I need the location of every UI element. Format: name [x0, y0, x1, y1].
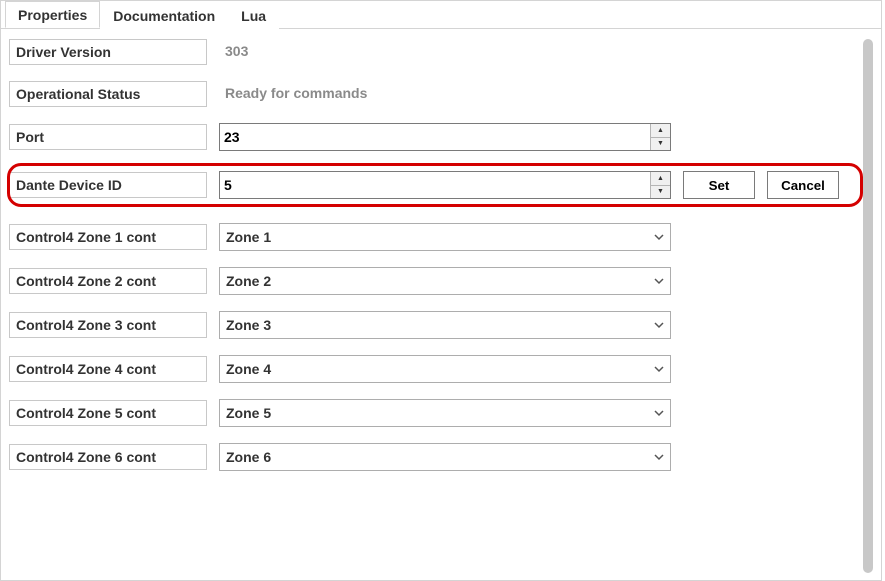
- zone-1-select[interactable]: Zone 1: [219, 223, 671, 251]
- zone-3-value: Zone 3: [220, 317, 648, 333]
- label-driver-version: Driver Version: [9, 39, 207, 65]
- chevron-down-icon: [648, 229, 670, 245]
- port-step-up-icon[interactable]: ▲: [651, 124, 670, 138]
- row-driver-version: Driver Version 303: [9, 39, 873, 65]
- port-step-down-icon[interactable]: ▼: [651, 138, 670, 151]
- properties-content: Driver Version 303 Operational Status Re…: [1, 29, 881, 497]
- port-stepper[interactable]: ▲ ▼: [219, 123, 671, 151]
- label-zone-3: Control4 Zone 3 cont: [9, 312, 207, 338]
- chevron-down-icon: [648, 361, 670, 377]
- row-zone-4: Control4 Zone 4 cont Zone 4: [9, 355, 873, 383]
- tab-properties[interactable]: Properties: [5, 1, 100, 28]
- tab-lua[interactable]: Lua: [228, 2, 279, 29]
- value-driver-version: 303: [219, 39, 671, 65]
- zone-4-value: Zone 4: [220, 361, 648, 377]
- properties-panel: Properties Documentation Lua Driver Vers…: [0, 0, 882, 581]
- label-dante-device-id: Dante Device ID: [9, 172, 207, 198]
- label-zone-1: Control4 Zone 1 cont: [9, 224, 207, 250]
- chevron-down-icon: [648, 405, 670, 421]
- row-port: Port ▲ ▼: [9, 123, 873, 151]
- tab-documentation[interactable]: Documentation: [100, 2, 228, 29]
- zone-6-select[interactable]: Zone 6: [219, 443, 671, 471]
- tab-bar: Properties Documentation Lua: [1, 1, 881, 29]
- zone-1-value: Zone 1: [220, 229, 648, 245]
- zone-2-value: Zone 2: [220, 273, 648, 289]
- dante-device-id-input[interactable]: [220, 172, 650, 198]
- dante-step-up-icon[interactable]: ▲: [651, 172, 670, 186]
- value-operational-status: Ready for commands: [219, 81, 671, 107]
- set-button[interactable]: Set: [683, 171, 755, 199]
- zone-5-value: Zone 5: [220, 405, 648, 421]
- dante-step-down-icon[interactable]: ▼: [651, 186, 670, 199]
- label-zone-5: Control4 Zone 5 cont: [9, 400, 207, 426]
- label-zone-2: Control4 Zone 2 cont: [9, 268, 207, 294]
- zone-3-select[interactable]: Zone 3: [219, 311, 671, 339]
- vertical-scrollbar[interactable]: [863, 39, 873, 573]
- label-zone-6: Control4 Zone 6 cont: [9, 444, 207, 470]
- chevron-down-icon: [648, 273, 670, 289]
- label-port: Port: [9, 124, 207, 150]
- zone-5-select[interactable]: Zone 5: [219, 399, 671, 427]
- port-input[interactable]: [220, 124, 650, 150]
- row-zone-3: Control4 Zone 3 cont Zone 3: [9, 311, 873, 339]
- zone-4-select[interactable]: Zone 4: [219, 355, 671, 383]
- row-dante-device-id: Dante Device ID ▲ ▼ Set Cancel: [9, 171, 873, 199]
- label-operational-status: Operational Status: [9, 81, 207, 107]
- label-zone-4: Control4 Zone 4 cont: [9, 356, 207, 382]
- zone-6-value: Zone 6: [220, 449, 648, 465]
- chevron-down-icon: [648, 449, 670, 465]
- row-zone-6: Control4 Zone 6 cont Zone 6: [9, 443, 873, 471]
- dante-device-id-stepper[interactable]: ▲ ▼: [219, 171, 671, 199]
- row-zone-2: Control4 Zone 2 cont Zone 2: [9, 267, 873, 295]
- row-zone-1: Control4 Zone 1 cont Zone 1: [9, 223, 873, 251]
- cancel-button[interactable]: Cancel: [767, 171, 839, 199]
- row-zone-5: Control4 Zone 5 cont Zone 5: [9, 399, 873, 427]
- zone-2-select[interactable]: Zone 2: [219, 267, 671, 295]
- chevron-down-icon: [648, 317, 670, 333]
- row-operational-status: Operational Status Ready for commands: [9, 81, 873, 107]
